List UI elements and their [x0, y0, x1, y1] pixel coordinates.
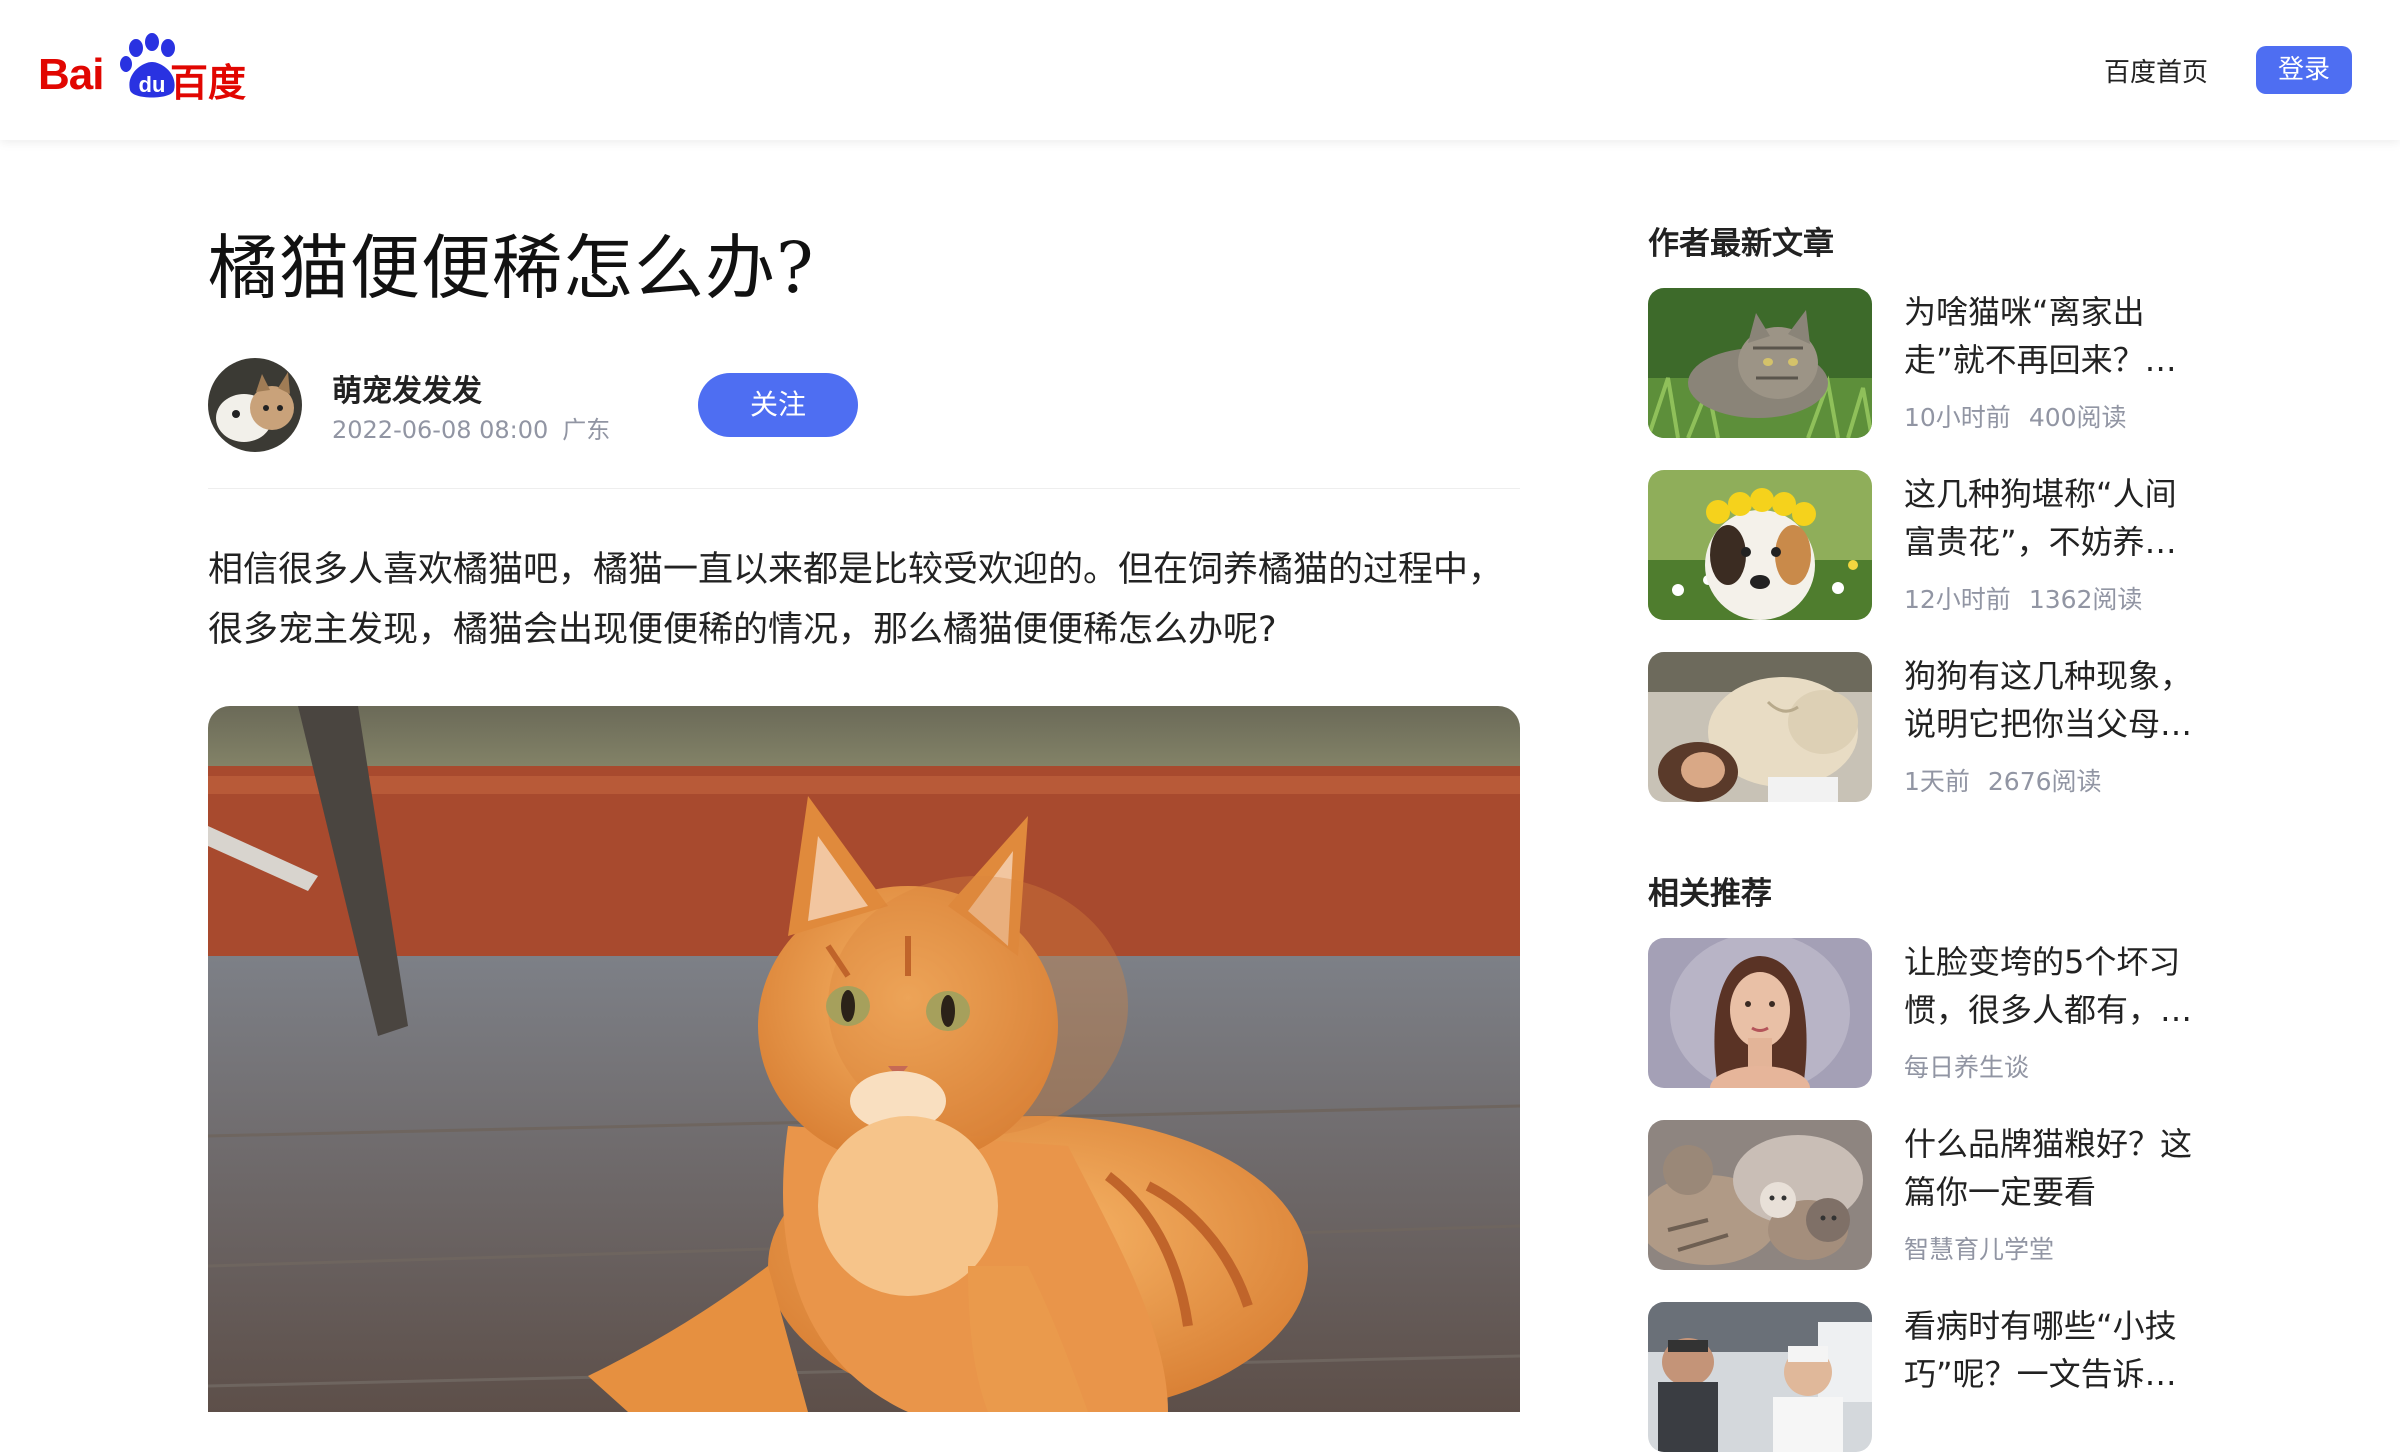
card-reads: 400阅读 [2028, 403, 2127, 432]
related-heading: 相关推荐 [1648, 876, 1772, 912]
article-paragraph: 相信很多人喜欢橘猫吧，橘猫一直以来都是比较受欢迎的。但在饲养橘猫的过程中，很多宠… [208, 550, 1504, 650]
dog-with-flower-crown-thumb [1648, 470, 1872, 620]
author-latest-card[interactable]: 狗狗有这几种现象，说明它把你当父母… 1天前 2676阅读 [1648, 652, 2208, 802]
pug-and-person-thumb [1648, 652, 1872, 802]
article-main-image [208, 706, 1520, 1412]
related-card[interactable]: 什么品牌猫粮好？这篇你一定要看 智慧育儿学堂 [1648, 1120, 2208, 1270]
publish-location: 广东 [562, 416, 611, 444]
kittens-pile-thumb [1648, 1120, 1872, 1270]
publish-datetime: 2022-06-08 08:00 [332, 416, 549, 444]
related-card[interactable]: 让脸变垮的5个坏习惯，很多人都有，… 每日养生谈 [1648, 938, 2208, 1088]
card-title: 狗狗有这几种现象，说明它把你当父母… [1904, 657, 2193, 743]
card-title: 为啥猫咪“离家出走”就不再回来？… [1904, 293, 2177, 379]
author-meta: 2022-06-08 08:00 广东 [332, 410, 624, 445]
logo-text-du: du [139, 72, 166, 97]
author-latest-card[interactable]: 为啥猫咪“离家出走”就不再回来？… 10小时前 400阅读 [1648, 288, 2208, 438]
card-time: 1天前 [1904, 767, 1970, 796]
card-meta: 每日养生谈 [1904, 1048, 2029, 1084]
card-title: 看病时有哪些“小技巧”呢？一文告诉… [1904, 1307, 2177, 1393]
card-title: 让脸变垮的5个坏习惯，很多人都有，… [1904, 943, 2193, 1029]
card-time: 10小时前 [1904, 403, 2011, 432]
card-source: 智慧育儿学堂 [1904, 1235, 2055, 1264]
author-avatar[interactable] [208, 358, 302, 452]
divider [208, 488, 1520, 489]
related-card[interactable]: 看病时有哪些“小技巧”呢？一文告诉… [1648, 1302, 2208, 1452]
tabby-cat-thumb [1648, 288, 1872, 438]
follow-button[interactable]: 关注 [698, 373, 858, 437]
card-time: 12小时前 [1904, 585, 2011, 614]
orange-cat-photo [208, 706, 1520, 1412]
article-title: 橘猫便便稀怎么办? [208, 227, 815, 309]
woman-portrait-thumb [1648, 938, 1872, 1088]
card-meta: 12小时前 1362阅读 [1904, 580, 2142, 616]
thumbnail [1648, 938, 1872, 1088]
author-latest-card[interactable]: 这几种狗堪称“人间富贵花”，不妨养… 12小时前 1362阅读 [1648, 470, 2208, 620]
author-latest-heading: 作者最新文章 [1648, 226, 1834, 262]
thumbnail [1648, 1302, 1872, 1452]
card-meta: 1天前 2676阅读 [1904, 762, 2102, 798]
card-meta: 10小时前 400阅读 [1904, 398, 2127, 434]
logo-text-cn: 百度 [170, 61, 247, 105]
card-meta: 智慧育儿学堂 [1904, 1230, 2054, 1266]
logo-text-bai: Bai [38, 50, 104, 99]
top-header: Bai du 百度 百度首页 登录 [0, 0, 2400, 140]
author-name[interactable]: 萌宠发发发 [332, 366, 482, 410]
thumbnail [1648, 470, 1872, 620]
baidu-home-link[interactable]: 百度首页 [2104, 52, 2208, 89]
card-title: 这几种狗堪称“人间富贵花”，不妨养… [1904, 475, 2177, 561]
thumbnail [1648, 1120, 1872, 1270]
card-reads: 2676阅读 [1987, 767, 2102, 796]
baidu-logo[interactable]: Bai du 百度 [38, 28, 258, 108]
avatar-image [208, 358, 302, 452]
doctor-and-patient-thumb [1648, 1302, 1872, 1452]
card-source: 每日养生谈 [1904, 1053, 2030, 1082]
login-button[interactable]: 登录 [2256, 46, 2352, 94]
thumbnail [1648, 652, 1872, 802]
thumbnail [1648, 288, 1872, 438]
card-reads: 1362阅读 [2028, 585, 2143, 614]
card-title: 什么品牌猫粮好？这篇你一定要看 [1904, 1125, 2193, 1211]
